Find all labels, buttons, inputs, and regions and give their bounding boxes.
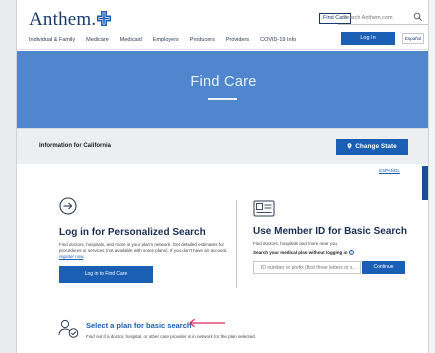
nav-item-producers[interactable]: Producers: [190, 37, 215, 43]
change-state-button[interactable]: Change State: [336, 139, 408, 155]
page-frame: Anthem. Find Care Individual & Family Me…: [16, 0, 429, 353]
window-edge: [429, 0, 435, 353]
nav-item-individual-family[interactable]: Individual & Family: [29, 37, 75, 43]
arrow-circle-icon: [59, 197, 77, 215]
personalized-search-title: Log in for Personalized Search: [59, 227, 206, 238]
header-login-button[interactable]: Log In: [341, 32, 395, 45]
nav-item-employers[interactable]: Employers: [153, 37, 179, 43]
nav-item-medicaid[interactable]: Medicaid: [120, 37, 142, 43]
select-plan-link[interactable]: Select a plan for basic search: [86, 321, 191, 330]
espanol-link[interactable]: ESPAÑOL: [379, 168, 400, 173]
select-plan-desc: Find out if a doctor, hospital, or other…: [86, 334, 256, 339]
member-id-search-label: Search your medical plan without logging…: [253, 250, 354, 255]
personalized-search-desc: Find doctors, hospitals, and more in you…: [59, 242, 229, 260]
member-id-input[interactable]: [253, 261, 361, 274]
personalized-desc-text: Find doctors, hospitals, and more in you…: [59, 242, 228, 253]
nav-item-medicare[interactable]: Medicare: [86, 37, 109, 43]
nav-item-covid-info[interactable]: COVID-19 Info: [260, 37, 296, 43]
people-icon: [58, 319, 79, 338]
member-id-search-label-text: Search your medical plan without logging…: [253, 250, 348, 255]
page-title: Find Care: [190, 74, 257, 90]
nav-item-providers[interactable]: Providers: [226, 37, 249, 43]
espanol-button[interactable]: Español: [402, 33, 424, 44]
search-icon[interactable]: [413, 12, 423, 22]
feedback-side-tab[interactable]: [422, 166, 428, 200]
member-id-title: Use Member ID for Basic Search: [253, 226, 407, 237]
hero-banner: Find Care: [17, 51, 428, 128]
main-nav: Individual & Family Medicare Medicaid Em…: [29, 37, 296, 43]
help-icon[interactable]: ?: [348, 250, 354, 255]
annotation-arrow-icon: [189, 318, 225, 328]
state-info-text: Information for California: [39, 143, 111, 149]
card-divider: [236, 200, 237, 288]
id-card-icon: [253, 200, 275, 217]
state-bar: Information for California Change State: [17, 128, 428, 164]
register-now-link[interactable]: register now: [59, 254, 83, 259]
change-state-label: Change State: [355, 143, 397, 150]
personalized-desc-period: .: [83, 254, 85, 259]
member-id-desc: Find doctors, hospitals and more near yo…: [253, 241, 339, 246]
location-pin-icon: [347, 143, 352, 149]
continue-button[interactable]: Continue: [362, 261, 405, 274]
anthem-logo[interactable]: Anthem.: [29, 9, 96, 31]
anthem-cross-icon: [97, 11, 111, 26]
login-to-find-care-button[interactable]: Log in to Find Care: [59, 266, 153, 283]
site-header: Anthem. Find Care Individual & Family Me…: [17, 0, 428, 50]
title-underline: [208, 98, 237, 100]
